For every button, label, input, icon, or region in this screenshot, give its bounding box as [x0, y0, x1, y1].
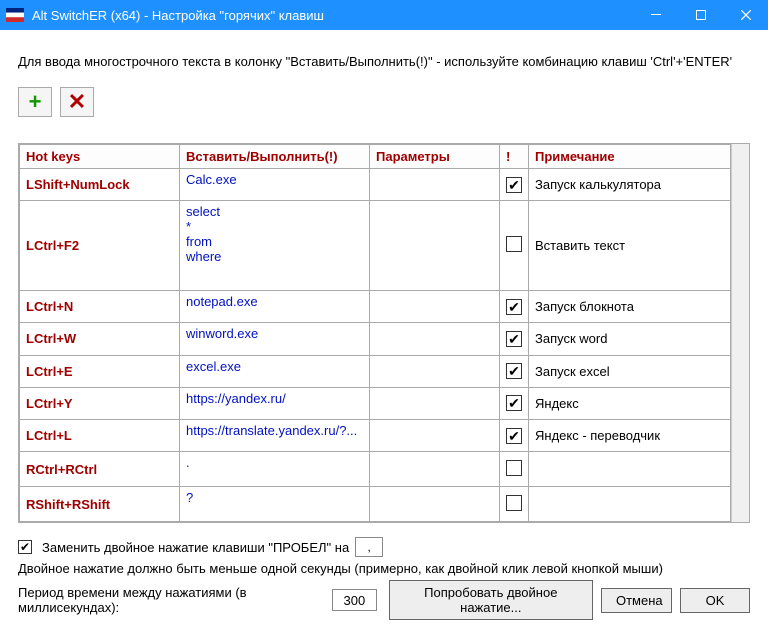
cell-hotkey[interactable]: LCtrl+N — [20, 291, 180, 323]
checkbox-icon[interactable] — [506, 495, 522, 511]
table-row[interactable]: LCtrl+Wwinword.exe ✔ Запуск word — [20, 323, 731, 355]
cell-flag[interactable] — [500, 487, 529, 522]
cell-hotkey[interactable]: LCtrl+L — [20, 419, 180, 451]
ok-button[interactable]: OK — [680, 588, 750, 613]
bottom-panel: ✔ Заменить двойное нажатие клавиши "ПРОБ… — [18, 537, 750, 624]
cell-note[interactable]: Яндекс - переводчик — [529, 419, 731, 451]
cell-params[interactable] — [370, 291, 500, 323]
minimize-button[interactable] — [633, 0, 678, 30]
cell-hotkey[interactable]: LCtrl+E — [20, 355, 180, 387]
replace-space-checkbox[interactable]: ✔ — [18, 540, 32, 554]
x-icon: ✕ — [68, 89, 86, 115]
cell-action[interactable]: https://yandex.ru/ — [180, 387, 370, 419]
cell-flag[interactable] — [500, 201, 529, 291]
checkbox-icon[interactable]: ✔ — [506, 177, 522, 193]
maximize-button[interactable] — [678, 0, 723, 30]
replace-space-value[interactable]: , — [355, 537, 383, 557]
table-row[interactable]: LCtrl+Eexcel.exe ✔ Запуск excel — [20, 355, 731, 387]
cell-note[interactable]: Запуск word — [529, 323, 731, 355]
col-flag[interactable]: ! — [500, 145, 529, 169]
cell-action[interactable]: excel.exe — [180, 355, 370, 387]
checkbox-icon[interactable]: ✔ — [506, 428, 522, 444]
toolbar: + ✕ — [18, 87, 750, 117]
cell-hotkey[interactable]: LCtrl+Y — [20, 387, 180, 419]
cell-note[interactable]: Запуск блокнота — [529, 291, 731, 323]
cell-note[interactable] — [529, 487, 731, 522]
checkbox-icon[interactable]: ✔ — [506, 299, 522, 315]
period-input[interactable]: 300 — [332, 589, 377, 611]
cell-params[interactable] — [370, 355, 500, 387]
col-action[interactable]: Вставить/Выполнить(!) — [180, 145, 370, 169]
table-row[interactable]: LCtrl+Lhttps://translate.yandex.ru/?... ✔… — [20, 419, 731, 451]
cell-action[interactable]: Calc.exe — [180, 169, 370, 201]
table-header-row: Hot keys Вставить/Выполнить(!) Параметры… — [20, 145, 731, 169]
table-row[interactable]: LCtrl+Nnotepad.exe ✔ Запуск блокнота — [20, 291, 731, 323]
cell-params[interactable] — [370, 419, 500, 451]
cell-flag[interactable]: ✔ — [500, 355, 529, 387]
hotkey-table-wrap: Hot keys Вставить/Выполнить(!) Параметры… — [18, 143, 750, 523]
window-title: Alt SwitchER (x64) - Настройка "горячих"… — [32, 8, 633, 23]
cell-params[interactable] — [370, 487, 500, 522]
app-icon — [6, 8, 24, 22]
double-press-hint: Двойное нажатие должно быть меньше одной… — [18, 561, 750, 576]
cell-action[interactable]: . — [180, 452, 370, 487]
cell-note[interactable]: Вставить текст — [529, 201, 731, 291]
close-button[interactable] — [723, 0, 768, 30]
delete-button[interactable]: ✕ — [60, 87, 94, 117]
cell-flag[interactable]: ✔ — [500, 169, 529, 201]
window: Alt SwitchER (x64) - Настройка "горячих"… — [0, 0, 768, 634]
cell-action[interactable]: ? — [180, 487, 370, 522]
cell-note[interactable]: Яндекс — [529, 387, 731, 419]
try-double-press-button[interactable]: Попробовать двойное нажатие... — [389, 580, 593, 620]
checkbox-icon[interactable]: ✔ — [506, 395, 522, 411]
cell-hotkey[interactable]: LCtrl+F2 — [20, 201, 180, 291]
cancel-button[interactable]: Отмена — [601, 588, 672, 613]
table-row[interactable]: RCtrl+RCtrl. — [20, 452, 731, 487]
cell-hotkey[interactable]: LShift+NumLock — [20, 169, 180, 201]
col-note[interactable]: Примечание — [529, 145, 731, 169]
checkbox-icon[interactable] — [506, 460, 522, 476]
cell-flag[interactable]: ✔ — [500, 387, 529, 419]
cell-note[interactable] — [529, 452, 731, 487]
cell-hotkey[interactable]: RCtrl+RCtrl — [20, 452, 180, 487]
hotkey-table: Hot keys Вставить/Выполнить(!) Параметры… — [19, 144, 731, 522]
checkbox-icon[interactable] — [506, 236, 522, 252]
titlebar: Alt SwitchER (x64) - Настройка "горячих"… — [0, 0, 768, 30]
cell-flag[interactable]: ✔ — [500, 291, 529, 323]
cell-params[interactable] — [370, 201, 500, 291]
cell-flag[interactable]: ✔ — [500, 323, 529, 355]
cell-flag[interactable]: ✔ — [500, 419, 529, 451]
cell-hotkey[interactable]: LCtrl+W — [20, 323, 180, 355]
cell-flag[interactable] — [500, 452, 529, 487]
col-params[interactable]: Параметры — [370, 145, 500, 169]
cell-params[interactable] — [370, 452, 500, 487]
replace-space-label: Заменить двойное нажатие клавиши "ПРОБЕЛ… — [42, 540, 349, 555]
checkbox-icon[interactable]: ✔ — [506, 363, 522, 379]
checkbox-icon[interactable]: ✔ — [506, 331, 522, 347]
client-area: Для ввода многострочного текста в колонк… — [0, 30, 768, 634]
cell-action[interactable]: https://translate.yandex.ru/?... — [180, 419, 370, 451]
cell-note[interactable]: Запуск excel — [529, 355, 731, 387]
table-row[interactable]: RShift+RShift? — [20, 487, 731, 522]
instructions-text: Для ввода многострочного текста в колонк… — [18, 54, 750, 69]
cell-hotkey[interactable]: RShift+RShift — [20, 487, 180, 522]
col-hotkeys[interactable]: Hot keys — [20, 145, 180, 169]
add-button[interactable]: + — [18, 87, 52, 117]
table-row[interactable]: LCtrl+F2select * from where Вставить текс… — [20, 201, 731, 291]
period-label: Период времени между нажатиями (в миллис… — [18, 585, 326, 615]
cell-params[interactable] — [370, 323, 500, 355]
cell-action[interactable]: winword.exe — [180, 323, 370, 355]
plus-icon: + — [29, 89, 42, 115]
cell-params[interactable] — [370, 387, 500, 419]
cell-action[interactable]: notepad.exe — [180, 291, 370, 323]
cell-params[interactable] — [370, 169, 500, 201]
cell-note[interactable]: Запуск калькулятора — [529, 169, 731, 201]
cell-action[interactable]: select * from where — [180, 201, 370, 291]
table-row[interactable]: LCtrl+Yhttps://yandex.ru/ ✔ Яндекс — [20, 387, 731, 419]
table-row[interactable]: LShift+NumLockCalc.exe ✔ Запуск калькулято… — [20, 169, 731, 201]
vertical-scrollbar[interactable] — [731, 144, 749, 522]
